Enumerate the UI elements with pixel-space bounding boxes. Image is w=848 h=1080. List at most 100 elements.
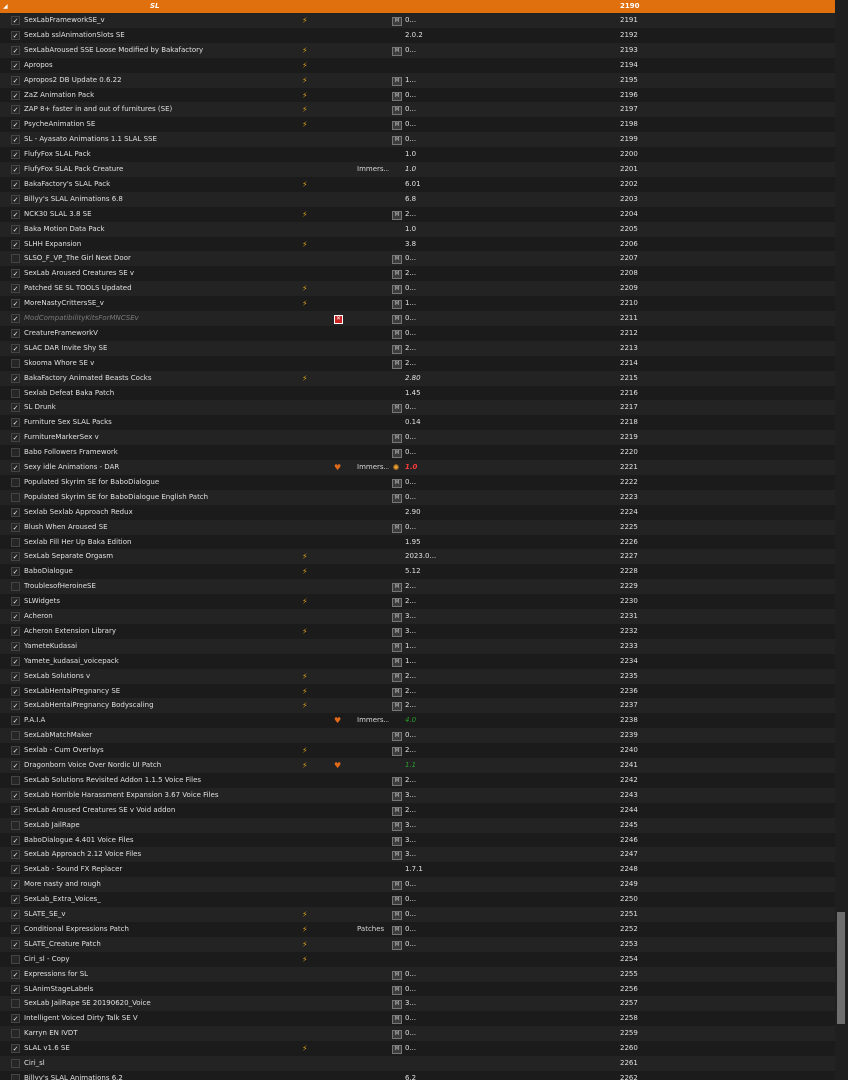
- mod-row[interactable]: ✓ Sexlab - Cum Overlays ⚡ M 2... 2240: [0, 743, 835, 759]
- mod-row[interactable]: ✓ Yamete_kudasai_voicepack M 1... 2234: [0, 653, 835, 669]
- enable-checkbox[interactable]: ✓: [11, 1044, 20, 1054]
- mod-row[interactable]: ✓ SexLab Aroused Creatures SE v Void addo…: [0, 802, 835, 818]
- mod-row[interactable]: ✓ Baka Motion Data Pack 1.0 2205: [0, 221, 835, 237]
- enable-checkbox[interactable]: ✓: [11, 865, 20, 875]
- mod-row[interactable]: SLSO_F_VP_The Girl Next Door M 0... 2207: [0, 251, 835, 267]
- mod-row[interactable]: ✓ Dragonborn Voice Over Nordic UI Patch ⚡ ♥…: [0, 758, 835, 773]
- enable-checkbox[interactable]: [11, 388, 20, 398]
- mod-row[interactable]: ✓ Expressions for SL M 0... 2255: [0, 966, 835, 982]
- enable-checkbox[interactable]: ✓: [11, 910, 20, 919]
- mod-row[interactable]: ✓ MoreNastyCrittersSE_v ⚡ M 1... 2210: [0, 296, 835, 312]
- mod-row[interactable]: TroublesofHeroineSE M 2... 2229: [0, 579, 835, 595]
- mod-row[interactable]: ✓ Billyy's SLAL Animations 6.8 6.8 2203: [0, 191, 835, 207]
- mod-row[interactable]: ✓ Blush When Aroused SE M 0... 2225: [0, 519, 835, 535]
- enable-checkbox[interactable]: ✓: [11, 984, 20, 994]
- mod-row[interactable]: ✓ Acheron M 3... 2231: [0, 609, 835, 624]
- enable-checkbox[interactable]: ✓: [11, 269, 20, 279]
- mod-row[interactable]: ✓ SexLabAroused SSE Loose Modified by Bak…: [0, 42, 835, 58]
- mod-row[interactable]: ✓ SLATE_SE_v ⚡ M 0... 2251: [0, 907, 835, 922]
- enable-checkbox[interactable]: ✓: [11, 239, 20, 249]
- enable-checkbox[interactable]: ✓: [11, 403, 20, 413]
- enable-checkbox[interactable]: ✓: [11, 418, 20, 428]
- mod-row[interactable]: ✓ SL - Ayasato Animations 1.1 SLAL SSE M 0.…: [0, 132, 835, 148]
- mod-row[interactable]: SexLab JailRape M 3... 2245: [0, 817, 835, 833]
- mod-row[interactable]: ✓ ModCompatibilityKitsForMNCSEv ✕ M 0... 2211: [0, 311, 835, 326]
- enable-checkbox[interactable]: [11, 1059, 20, 1068]
- enable-checkbox[interactable]: ✓: [11, 1014, 20, 1024]
- mod-row[interactable]: SexLab Solutions Revisited Addon 1.1.5 V…: [0, 772, 835, 788]
- mod-row[interactable]: ✓ SexLabHentaiPregnancy Bodyscaling ⚡ M 2...…: [0, 698, 835, 714]
- enable-checkbox[interactable]: [11, 448, 20, 458]
- mod-row[interactable]: ✓ SLAC DAR Invite Shy SE M 2... 2213: [0, 340, 835, 356]
- enable-checkbox[interactable]: ✓: [11, 90, 20, 100]
- mod-row[interactable]: ✓ ZAP 8+ faster in and out of furnitures …: [0, 102, 835, 118]
- enable-checkbox[interactable]: [11, 1029, 20, 1039]
- mod-row[interactable]: ✓ BaboDialogue 4.401 Voice Files M 3... 2246: [0, 832, 835, 848]
- mod-row[interactable]: ✓ Acheron Extension Library ⚡ M 3... 2232: [0, 623, 835, 639]
- mod-row[interactable]: ✓ SexLab sslAnimationSlots SE 2.0.2 2192: [0, 27, 835, 43]
- mod-row[interactable]: ✓ Sexlab Sexlab Approach Redux 2.90 2224: [0, 504, 835, 520]
- mod-row[interactable]: ✓ Patched SE SL TOOLS Updated ⚡ M 0... 2209: [0, 281, 835, 297]
- mod-row[interactable]: ✓ SLHH Expansion ⚡ 3.8 2206: [0, 236, 835, 252]
- enable-checkbox[interactable]: ✓: [11, 45, 20, 55]
- mod-row[interactable]: ✓ SexLabHentaiPregnancy SE ⚡ M 2... 2236: [0, 683, 835, 699]
- mod-row[interactable]: ✓ NCK30 SLAL 3.8 SE ⚡ M 2... 2204: [0, 206, 835, 222]
- mod-row[interactable]: ✓ PsycheAnimation SE ⚡ M 0... 2198: [0, 117, 835, 133]
- enable-checkbox[interactable]: ✓: [11, 224, 20, 234]
- mod-row[interactable]: ✓ BaboDialogue ⚡ 5.12 2228: [0, 564, 835, 580]
- mod-row[interactable]: ✓ SLATE_Creature Patch ⚡ M 0... 2253: [0, 936, 835, 952]
- mod-row[interactable]: Billyy's SLAL Animations 6.2 6.2 2262: [0, 1070, 835, 1080]
- enable-checkbox[interactable]: [11, 1073, 20, 1080]
- enable-checkbox[interactable]: ✓: [11, 165, 20, 174]
- enable-checkbox[interactable]: [11, 358, 20, 368]
- mod-row[interactable]: ✓ Furniture Sex SLAL Packs 0.14 2218: [0, 415, 835, 431]
- enable-checkbox[interactable]: ✓: [11, 209, 20, 219]
- enable-checkbox[interactable]: ✓: [11, 105, 20, 115]
- enable-checkbox[interactable]: [11, 254, 20, 264]
- enable-checkbox[interactable]: ✓: [11, 373, 20, 383]
- enable-checkbox[interactable]: ✓: [11, 328, 20, 338]
- enable-checkbox[interactable]: ✓: [11, 641, 20, 651]
- mod-row[interactable]: ✓ YameteKudasai M 1... 2233: [0, 638, 835, 654]
- enable-checkbox[interactable]: ✓: [11, 895, 20, 905]
- enable-checkbox[interactable]: ✓: [11, 433, 20, 443]
- enable-checkbox[interactable]: ✓: [11, 656, 20, 666]
- enable-checkbox[interactable]: ✓: [11, 135, 20, 145]
- mod-row[interactable]: ✓ FlufyFox SLAL Pack 1.0 2200: [0, 147, 835, 163]
- enable-checkbox[interactable]: [11, 820, 20, 830]
- mod-row[interactable]: Babo Followers Framework M 0... 2220: [0, 445, 835, 461]
- mod-row[interactable]: Sexlab Defeat Baka Patch 1.45 2216: [0, 385, 835, 401]
- enable-checkbox[interactable]: ✓: [11, 16, 20, 25]
- mod-row[interactable]: ✓ ZaZ Animation Pack ⚡ M 0... 2196: [0, 87, 835, 103]
- enable-checkbox[interactable]: ✓: [11, 179, 20, 189]
- mod-row[interactable]: ✓ SLAL v1.6 SE ⚡ M 0... 2260: [0, 1041, 835, 1057]
- mod-row[interactable]: SexLab JailRape SE 20190620_Voice M 3... 22…: [0, 996, 835, 1012]
- enable-checkbox[interactable]: [11, 477, 20, 487]
- mod-row[interactable]: Ciri_sl 2261: [0, 1056, 835, 1071]
- mod-row[interactable]: ✓ FlufyFox SLAL Pack Creature Immers... 1.0…: [0, 162, 835, 177]
- enable-checkbox[interactable]: [11, 731, 20, 741]
- enable-checkbox[interactable]: ✓: [11, 194, 20, 204]
- enable-checkbox[interactable]: ✓: [11, 60, 20, 70]
- enable-checkbox[interactable]: [11, 492, 20, 502]
- enable-checkbox[interactable]: [11, 775, 20, 785]
- mod-row[interactable]: ✓ SexLab - Sound FX Replacer 1.7.1 2248: [0, 862, 835, 878]
- mod-row[interactable]: ✓ Apropos2 DB Update 0.6.22 ⚡ M 1... 2195: [0, 72, 835, 88]
- enable-checkbox[interactable]: ✓: [11, 761, 20, 770]
- enable-checkbox[interactable]: ✓: [11, 463, 20, 472]
- mod-row[interactable]: ✓ BakaFactory's SLAL Pack ⚡ 6.01 2202: [0, 176, 835, 192]
- enable-checkbox[interactable]: ✓: [11, 507, 20, 517]
- enable-checkbox[interactable]: ✓: [11, 671, 20, 681]
- enable-checkbox[interactable]: ✓: [11, 343, 20, 353]
- vertical-scrollbar[interactable]: [835, 0, 848, 1080]
- scrollbar-thumb[interactable]: [837, 912, 845, 1024]
- enable-checkbox[interactable]: ✓: [11, 924, 20, 934]
- mod-row[interactable]: SexLabMatchMaker M 0... 2239: [0, 728, 835, 744]
- enable-checkbox[interactable]: ✓: [11, 686, 20, 696]
- enable-checkbox[interactable]: [11, 999, 20, 1009]
- enable-checkbox[interactable]: ✓: [11, 701, 20, 711]
- mod-row[interactable]: ✓ CreatureFrameworkV M 0... 2212: [0, 325, 835, 341]
- enable-checkbox[interactable]: ✓: [11, 790, 20, 800]
- mod-row[interactable]: ✓ FurnitureMarkerSex v M 0... 2219: [0, 430, 835, 446]
- mod-row[interactable]: Sexlab Fill Her Up Baka Edition 1.95 2226: [0, 534, 835, 550]
